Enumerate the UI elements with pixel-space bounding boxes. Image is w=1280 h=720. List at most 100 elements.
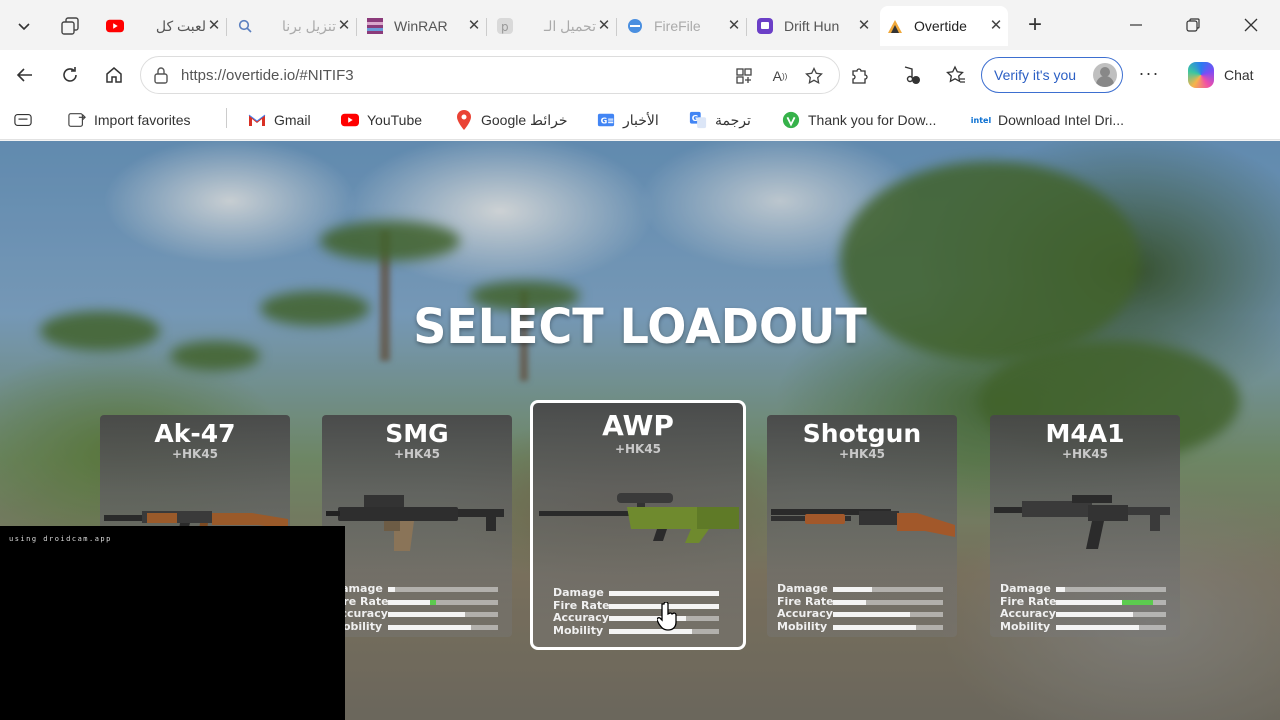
- favorite-gmail[interactable]: Gmail: [248, 107, 311, 133]
- close-window-button[interactable]: [1238, 12, 1264, 38]
- tab-actions-menu-button[interactable]: [8, 10, 40, 42]
- stat-bar-fill: [833, 587, 872, 592]
- close-tab-icon[interactable]: ✕: [726, 18, 742, 34]
- stat-bar: [1056, 624, 1166, 630]
- stat-row-accuracy: Accuracy: [1000, 608, 1170, 621]
- loadout-card-awp[interactable]: AWP +HK45 Damage Fire Rate Accuracy Mobilit…: [530, 400, 746, 650]
- weapon-name: Ak-47: [154, 419, 236, 448]
- maps-pin-icon: [455, 110, 473, 130]
- more-options-button[interactable]: ···: [1136, 62, 1162, 88]
- favorite-import[interactable]: Import favorites: [68, 107, 190, 133]
- stat-bar: [1056, 599, 1166, 605]
- copilot-chat-button[interactable]: Chat: [1180, 56, 1272, 94]
- stat-bar: [833, 624, 943, 630]
- verify-label: Verify it's you: [994, 67, 1077, 83]
- verify-profile-button[interactable]: Verify it's you: [981, 57, 1123, 93]
- weapon-name: SMG: [385, 419, 449, 448]
- tab-youtube[interactable]: لعبت كل ✕: [100, 6, 227, 46]
- close-tab-icon[interactable]: ✕: [856, 18, 872, 34]
- avatar: [1093, 63, 1117, 87]
- extensions-button[interactable]: [847, 62, 873, 88]
- stat-label: Damage: [1000, 582, 1051, 595]
- tab-title: Drift Hun: [784, 18, 840, 34]
- home-button[interactable]: [98, 59, 130, 91]
- stat-row-damage: Damage: [553, 587, 729, 600]
- new-tab-button[interactable]: +: [1020, 10, 1050, 40]
- lock-icon[interactable]: [153, 66, 169, 89]
- favorite-youtube[interactable]: YouTube: [341, 107, 422, 133]
- tab-firefile[interactable]: FireFile ✕: [620, 6, 747, 46]
- stat-label: Damage: [777, 582, 828, 595]
- stat-bar: [388, 624, 498, 630]
- puzzle-icon: [852, 68, 868, 84]
- favorite-thank-you[interactable]: Thank you for Dow...: [782, 107, 936, 133]
- stat-bar-fill: [833, 612, 910, 617]
- weapon-stats: DamageFire RateAccuracyMobility: [553, 587, 729, 637]
- stat-label: Accuracy: [553, 611, 609, 624]
- favorite-label: Import favorites: [94, 112, 191, 128]
- stat-bar: [1056, 612, 1166, 617]
- tab-download[interactable]: p تحميل الـ ✕: [490, 6, 617, 46]
- stat-bar: [833, 612, 943, 617]
- read-aloud-icon[interactable]: A)): [769, 65, 791, 87]
- stat-label: Fire Rate: [553, 598, 610, 612]
- stat-label: Damage: [553, 586, 604, 599]
- stat-bar: [833, 599, 943, 605]
- favorites-button[interactable]: [943, 62, 969, 88]
- refresh-button[interactable]: [54, 59, 86, 91]
- game-viewport[interactable]: SELECT LOADOUT Ak-47 +HK45 DamageFire Ra…: [0, 141, 1280, 720]
- url-text[interactable]: https://overtide.io/#NITIF3: [181, 67, 354, 84]
- copilot-label: Chat: [1224, 67, 1254, 83]
- workspaces-button[interactable]: [54, 10, 86, 42]
- tab-center-button[interactable]: [14, 107, 32, 133]
- search-icon: [236, 17, 254, 35]
- close-tab-icon[interactable]: ✕: [336, 18, 352, 34]
- tab-winrar[interactable]: WinRAR ✕: [360, 6, 487, 46]
- close-tab-icon[interactable]: ✕: [466, 18, 482, 34]
- stat-bar-fill: [1056, 587, 1065, 592]
- close-tab-icon[interactable]: ✕: [988, 18, 1004, 34]
- favorite-label: YouTube: [367, 112, 423, 128]
- weapon-sidearm: +HK45: [1061, 447, 1109, 461]
- back-arrow-icon: [16, 68, 32, 82]
- restore-button[interactable]: [1180, 12, 1206, 38]
- stat-bar: [388, 599, 498, 605]
- app-available-icon[interactable]: [733, 65, 755, 87]
- favorite-intel[interactable]: intel Download Intel Dri...: [971, 107, 1124, 133]
- back-button[interactable]: [9, 59, 41, 91]
- close-icon: [1244, 18, 1258, 32]
- awp-gun-icon: [539, 493, 739, 543]
- stat-label: Fire Rate: [1000, 594, 1057, 608]
- tab-drift-hunters[interactable]: Drift Hun ✕: [750, 6, 876, 46]
- media-control-button[interactable]: [898, 62, 924, 88]
- tab-center-icon: [14, 111, 32, 129]
- stat-bar-bonus: [429, 599, 437, 605]
- chevron-down-icon: [18, 23, 30, 31]
- stat-bar-fill: [833, 599, 866, 605]
- stat-row-mobility: Mobility: [553, 623, 729, 638]
- toolbar: https://overtide.io/#NITIF3 A)) Verify i…: [0, 50, 1280, 100]
- restore-icon: [1186, 18, 1200, 32]
- favorite-google-maps[interactable]: Google خرائط: [455, 107, 568, 133]
- loadout-card-smg[interactable]: SMG +HK45 Damage Fire Rate Accuracy Mobilit…: [322, 415, 512, 637]
- tab-overtide[interactable]: Overtide ✕: [880, 6, 1008, 46]
- favorite-news[interactable]: G≡ الأخبار: [597, 107, 659, 133]
- favorite-translate[interactable]: G ترجمة: [689, 107, 751, 133]
- loadout-card-shotgun[interactable]: Shotgun +HK45 Damage Fire Rate Accuracy Mob…: [767, 415, 957, 637]
- close-tab-icon[interactable]: ✕: [596, 18, 612, 34]
- loadout-card-m4a1[interactable]: M4A1 +HK45 Damage Fire Rate Accuracy Mobili…: [990, 415, 1180, 637]
- shotgun-gun-icon: [771, 509, 955, 537]
- minimize-button[interactable]: [1123, 12, 1149, 38]
- tab-search[interactable]: تنزيل برنا ✕: [230, 6, 357, 46]
- favorite-label: Google خرائط: [481, 111, 568, 128]
- weapon-sidearm: +HK45: [171, 447, 219, 461]
- weapon-name: M4A1: [1045, 419, 1125, 448]
- stat-label: Accuracy: [777, 607, 833, 620]
- webcam-overlay: using droidcam.app: [0, 526, 345, 720]
- close-tab-icon[interactable]: ✕: [206, 18, 222, 34]
- stat-label: Mobility: [553, 623, 604, 637]
- address-bar[interactable]: https://overtide.io/#NITIF3 A)): [140, 56, 840, 94]
- star-icon[interactable]: [803, 65, 825, 87]
- gmail-icon: [248, 111, 266, 129]
- favorite-label: الأخبار: [623, 111, 659, 128]
